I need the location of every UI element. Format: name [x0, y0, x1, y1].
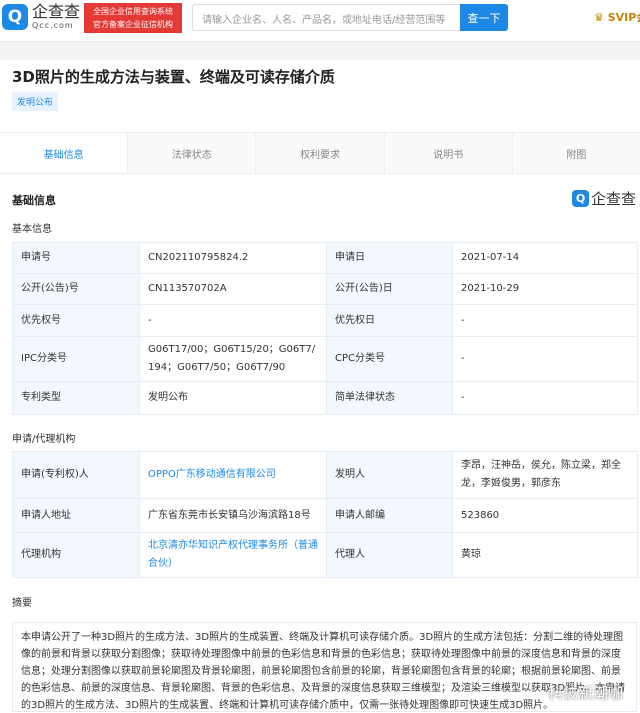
tab-basic-info[interactable]: 基础信息 — [0, 133, 128, 173]
credit-badge: 全国企业信用查询系统 官方备案企业征信机构 — [84, 3, 182, 33]
field-label: 公开(公告)号 — [12, 273, 140, 305]
inventors: 李昂，汪神岳，侯允，陈立梁，郑全龙，李姬俊男，郭彦东 — [452, 451, 638, 499]
svip-label: SVIP会 — [607, 11, 640, 24]
table-row: 优先权号 - 优先权日 - — [12, 304, 638, 337]
corner-watermark: 科技新潮咖 — [548, 684, 624, 702]
table-row: 代理机构 北京清亦华知识产权代理事务所（普通合伙） 代理人 黄琼 — [12, 532, 638, 578]
crown-icon: ♛ — [594, 11, 604, 24]
top-header: Q 企查查 Qcc.com 全国企业信用查询系统 官方备案企业征信机构 请输入企业名… — [0, 0, 640, 42]
field-label: 简单法律状态 — [326, 381, 453, 415]
ipc-classification: G06T17/00；G06T15/20；G06T7/194；G06T7/50；G… — [139, 336, 327, 382]
agent: 黄琼 — [452, 532, 638, 578]
table-row: 申请(专利权)人 OPPO广东移动通信有限公司 发明人 李昂，汪神岳，侯允，陈立梁，郑… — [12, 451, 638, 499]
cpc-classification: - — [452, 336, 638, 382]
search-button[interactable]: 查一下 — [460, 4, 508, 31]
field-label: 申请日 — [326, 242, 453, 274]
agency-heading: 申请/代理机构 — [12, 434, 76, 445]
field-label: 申请号 — [12, 242, 140, 274]
field-label: 专利类型 — [12, 381, 140, 415]
applicant-address: 广东省东莞市长安镇乌沙海滨路18号 — [139, 498, 327, 533]
field-label: 发明人 — [326, 451, 453, 499]
legal-status: - — [452, 381, 638, 415]
badge-line-1: 全国企业信用查询系统 — [93, 7, 173, 16]
tab-legal-status[interactable]: 法律状态 — [127, 133, 256, 173]
abstract-text: 本申请公开了一种3D照片的生成方法、3D照片的生成装置、终端及计算机可读存储介质… — [12, 622, 637, 712]
qcc-logo-icon: Q — [2, 4, 28, 30]
watermark-text: 企查查 — [591, 190, 637, 208]
patent-card: 3D照片的生成方法与装置、终端及可读存储介质 发明公布 基础信息 法律状态 权利… — [0, 60, 640, 713]
page-title: 3D照片的生成方法与装置、终端及可读存储介质 — [12, 68, 335, 86]
publication-number: CN113570702A — [139, 273, 327, 305]
table-row: 专利类型 发明公布 简单法律状态 - — [12, 381, 638, 415]
postal-code: 523860 — [452, 498, 638, 533]
field-label: CPC分类号 — [326, 336, 453, 382]
qcc-icon: Q — [572, 190, 589, 207]
agency-link[interactable]: 北京清亦华知识产权代理事务所（普通合伙） — [148, 540, 318, 569]
application-number: CN202110795824.2 — [139, 242, 327, 274]
tab-bar: 基础信息 法律状态 权利要求 说明书 附图 — [0, 132, 640, 174]
svip-link[interactable]: ♛ SVIP会 — [594, 9, 640, 25]
field-label: 申请(专利权)人 — [12, 451, 140, 499]
field-label: 优先权日 — [326, 304, 453, 337]
tab-claims[interactable]: 权利要求 — [255, 133, 384, 173]
agency-table: 申请(专利权)人 OPPO广东移动通信有限公司 发明人 李昂，汪神岳，侯允，陈立梁，郑… — [12, 451, 638, 578]
patent-type: 发明公布 — [139, 381, 327, 415]
table-row: IPC分类号 G06T17/00；G06T15/20；G06T7/194；G06T… — [12, 336, 638, 382]
table-row: 申请人地址 广东省东莞市长安镇乌沙海滨路18号 申请人邮编 523860 — [12, 498, 638, 533]
badge-line-2: 官方备案企业征信机构 — [93, 20, 173, 29]
priority-date: - — [452, 304, 638, 337]
abstract-heading: 摘要 — [12, 598, 32, 609]
basic-info-heading: 基本信息 — [12, 224, 52, 235]
table-row: 公开(公告)号 CN113570702A 公开(公告)日 2021-10-29 — [12, 273, 638, 305]
qcc-logo[interactable]: Q 企查查 Qcc.com — [2, 4, 80, 30]
logo-domain: Qcc.com — [32, 21, 74, 30]
priority-number: - — [139, 304, 327, 337]
field-label: 申请人邮编 — [326, 498, 453, 533]
field-label: 代理机构 — [12, 532, 140, 578]
section-title: 基础信息 — [12, 194, 56, 207]
patent-type-badge: 发明公布 — [12, 92, 59, 111]
field-label: 公开(公告)日 — [326, 273, 453, 305]
tab-drawings[interactable]: 附图 — [511, 133, 640, 173]
search-input[interactable]: 请输入企业名、人名、产品名，或地址电话/经营范围等 — [192, 4, 460, 31]
application-date: 2021-07-14 — [452, 242, 638, 274]
table-row: 申请号 CN202110795824.2 申请日 2021-07-14 — [12, 242, 638, 274]
logo-text: 企查查 — [32, 2, 81, 21]
field-label: 代理人 — [326, 532, 453, 578]
basic-info-table: 申请号 CN202110795824.2 申请日 2021-07-14 公开(公告)号… — [12, 242, 638, 415]
field-label: 申请人地址 — [12, 498, 140, 533]
field-label: 优先权号 — [12, 304, 140, 337]
publication-date: 2021-10-29 — [452, 273, 638, 305]
qcc-watermark-logo: Q 企查查 — [572, 188, 636, 209]
tab-description[interactable]: 说明书 — [383, 133, 512, 173]
field-label: IPC分类号 — [12, 336, 140, 382]
applicant-link[interactable]: OPPO广东移动通信有限公司 — [148, 469, 276, 480]
